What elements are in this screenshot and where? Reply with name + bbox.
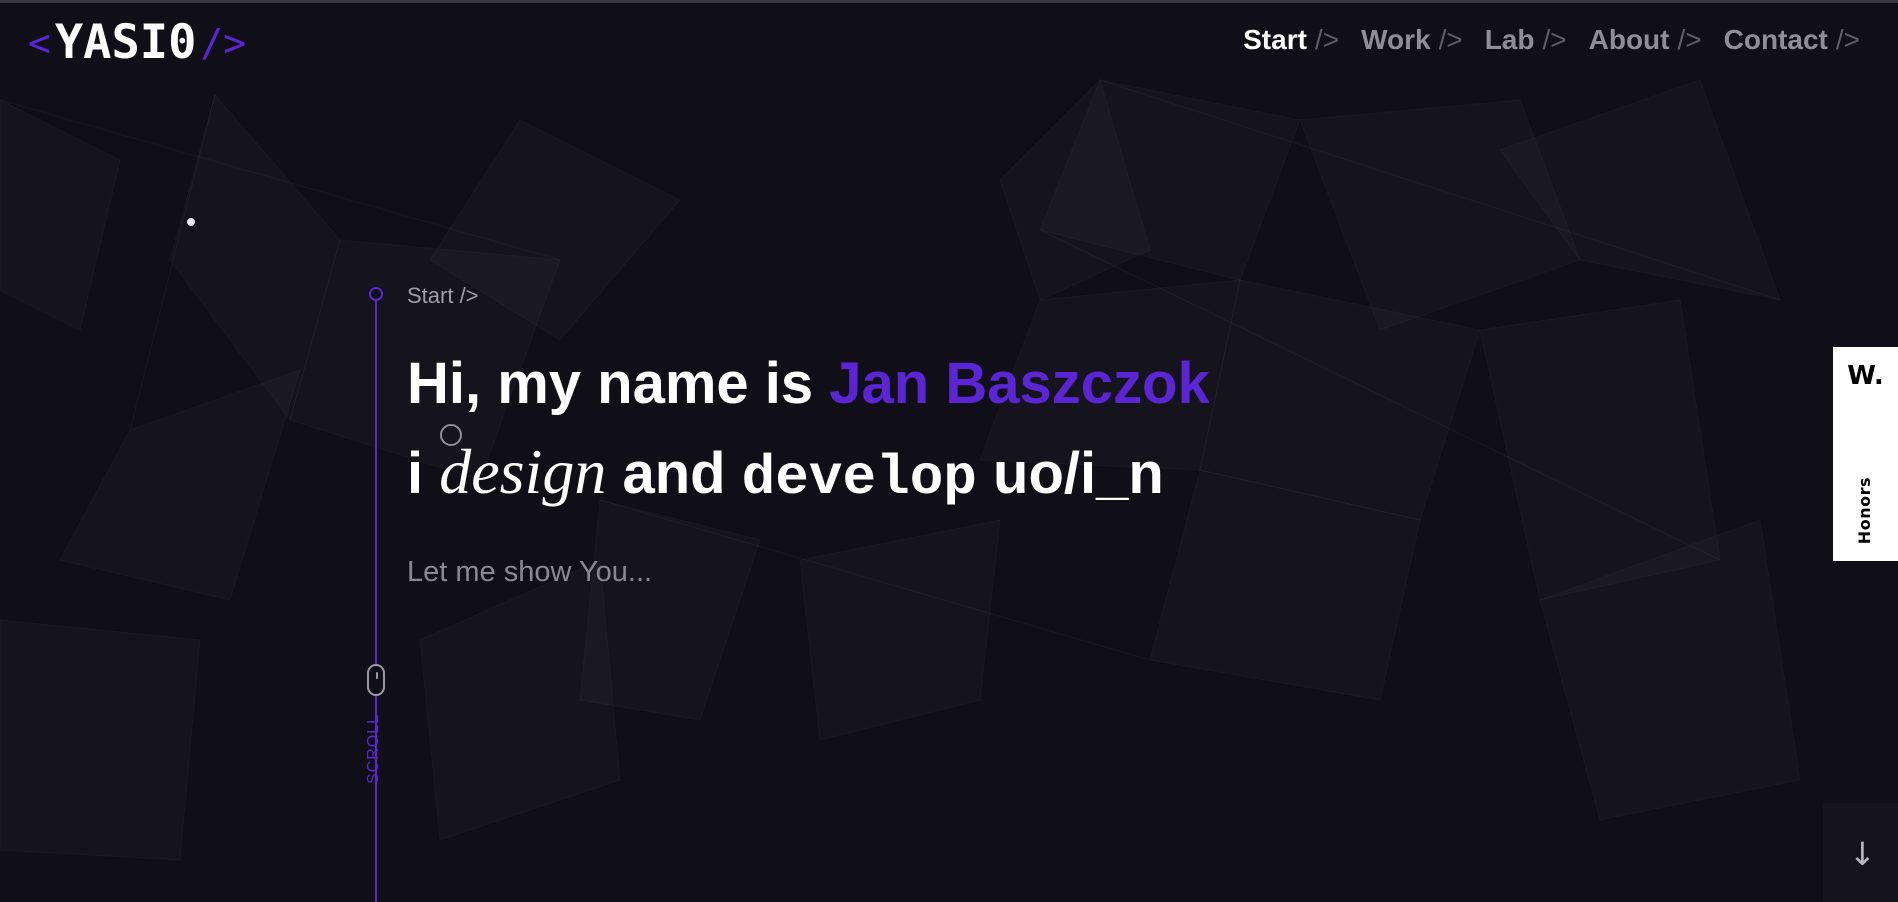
arrow-down-icon: ↓ (1849, 835, 1876, 873)
logo-open-bracket: < (28, 21, 51, 65)
nav-item-suffix: /> (1314, 24, 1340, 55)
hero-subtitle: Let me show You... (407, 556, 653, 588)
honors-label: Honors (1855, 477, 1874, 545)
nav-item-lab[interactable]: Lab /> (1485, 24, 1567, 56)
timeline-line (375, 296, 377, 902)
nav-item-suffix: /> (1438, 24, 1463, 55)
mouse-scroll-icon (367, 664, 385, 696)
decorative-dot (187, 218, 195, 226)
awwwards-logo: W. (1847, 361, 1884, 391)
nav-item-suffix: /> (1542, 24, 1567, 55)
nav-item-label: Work (1361, 24, 1431, 55)
nav-item-label: Contact (1723, 24, 1828, 55)
logo-name: YASI0 (54, 15, 197, 70)
tagline-prefix: i (407, 441, 440, 506)
nav-item-label: About (1588, 24, 1670, 55)
timeline-node (369, 287, 383, 301)
nav-item-suffix: /> (1835, 24, 1860, 55)
tagline-design: design (439, 436, 607, 507)
tagline-suffix: uo/i_n (976, 441, 1164, 506)
nav-item-suffix: /> (1677, 24, 1702, 55)
nav-item-label: Start (1243, 24, 1307, 55)
tagline-develop: develop (741, 446, 977, 510)
scroll-down-button[interactable]: ↓ (1823, 803, 1898, 902)
hero-tagline: i design and develop uo/i_n (407, 436, 1164, 514)
logo-close-bracket: /> (200, 21, 247, 65)
nav-item-contact[interactable]: Contact /> (1724, 24, 1860, 56)
hero-greeting: Hi, my name is (407, 351, 830, 416)
nav-item-about[interactable]: About /> (1589, 24, 1702, 56)
section-label: Start /> (407, 283, 479, 308)
scroll-label: SCROLL (365, 714, 382, 785)
honors-badge[interactable]: W. Honors (1833, 347, 1898, 561)
site-logo[interactable]: < YASI0 /> (28, 14, 246, 72)
hero-heading: Hi, my name is Jan Baszczok (407, 348, 1210, 420)
nav-item-start[interactable]: Start /> (1243, 24, 1339, 56)
tagline-and: and (606, 441, 742, 506)
nav-item-label: Lab (1484, 24, 1535, 55)
cursor-ring (440, 424, 462, 446)
nav-item-work[interactable]: Work /> (1361, 24, 1463, 56)
main-nav: Start /> Work /> Lab /> About /> Contact… (1243, 24, 1860, 56)
hero-name: Jan Baszczok (829, 351, 1210, 416)
